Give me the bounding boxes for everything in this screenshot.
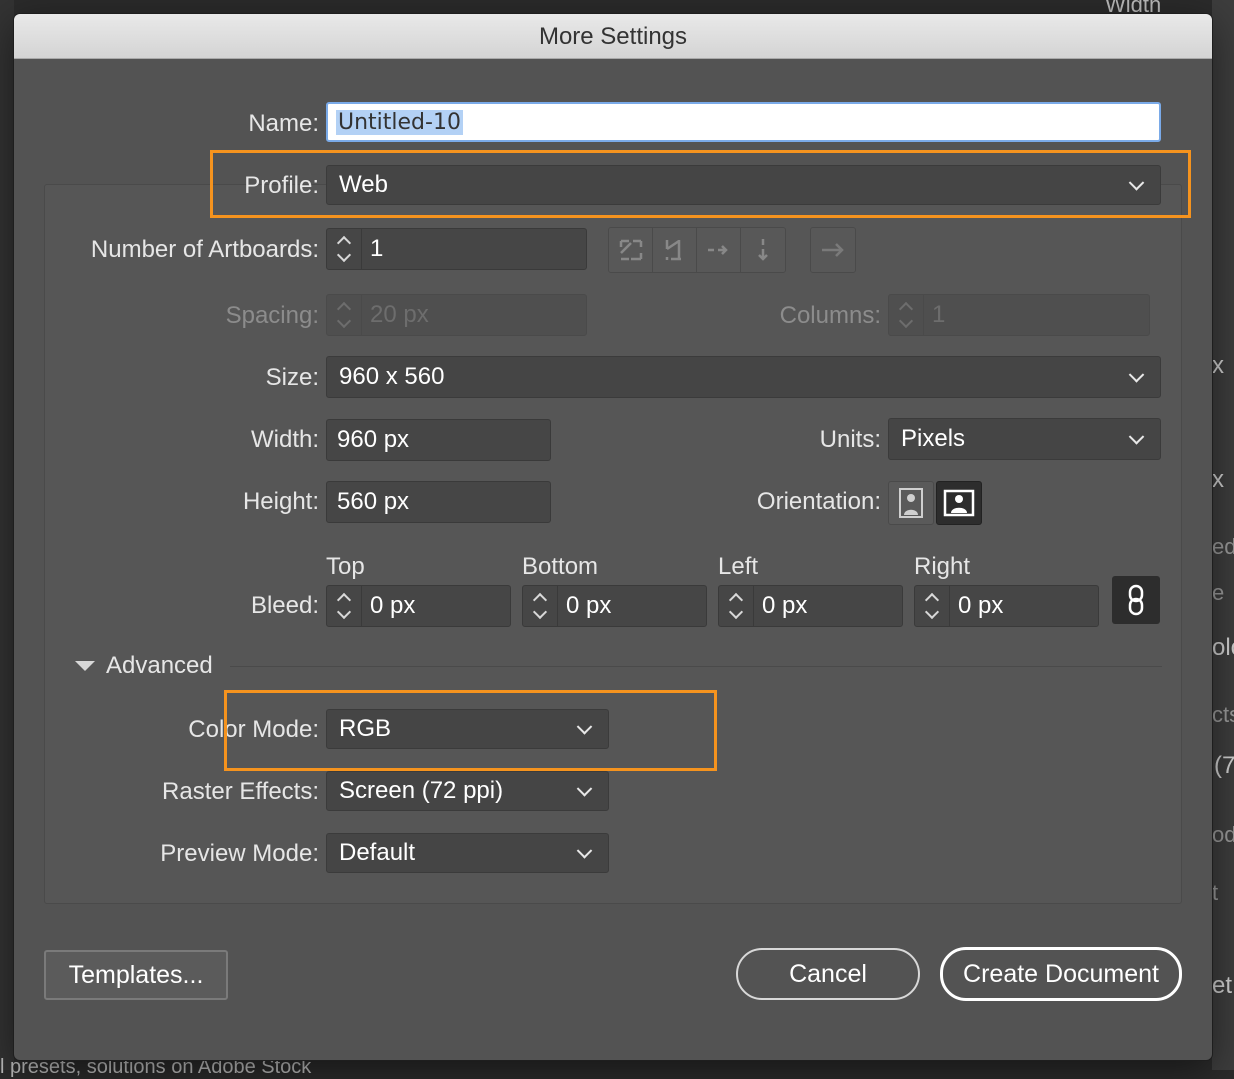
bleed-right-label: Right xyxy=(914,553,971,580)
bleed-bottom-stepper[interactable]: 0 px xyxy=(522,585,707,627)
bleed-top-label: Top xyxy=(326,553,365,580)
bg-fragment: od xyxy=(1212,822,1234,847)
artboards-label: Number of Artboards: xyxy=(90,236,319,263)
spacing-label: Spacing: xyxy=(225,302,319,329)
landscape-icon xyxy=(943,489,975,517)
orientation-label: Orientation: xyxy=(756,488,881,515)
columns-value: 1 xyxy=(932,301,946,328)
link-bleed-button[interactable] xyxy=(1112,576,1160,624)
size-label: Size: xyxy=(265,364,319,391)
chevron-down-icon xyxy=(1128,429,1145,445)
more-settings-dialog: More Settings Name: Untitled-10 Profile:… xyxy=(14,14,1212,1060)
arrow-right-icon[interactable] xyxy=(811,228,855,272)
bleed-top-value: 0 px xyxy=(370,592,416,619)
arrange-by-column-icon[interactable] xyxy=(741,228,785,272)
bg-fragment: e xyxy=(1212,580,1225,605)
raster-effects-value: Screen (72 ppi) xyxy=(339,777,504,804)
bg-fragment: et xyxy=(1212,972,1233,999)
width-value: 960 px xyxy=(337,426,410,453)
stepper-arrows-icon[interactable] xyxy=(915,586,950,626)
layout-direction-group xyxy=(810,227,856,273)
artboard-arrangement-group xyxy=(608,227,786,273)
bleed-right-stepper[interactable]: 0 px xyxy=(914,585,1099,627)
preview-mode-value: Default xyxy=(339,839,416,866)
arrange-by-row-icon[interactable] xyxy=(697,228,741,272)
templates-button[interactable]: Templates... xyxy=(44,950,228,1000)
bleed-bottom-value: 0 px xyxy=(566,592,612,619)
advanced-label: Advanced xyxy=(106,652,213,679)
stepper-arrows-icon[interactable] xyxy=(327,586,362,626)
bleed-left-value: 0 px xyxy=(762,592,808,619)
bg-fragment: x xyxy=(1212,466,1224,493)
artboards-stepper[interactable]: 1 xyxy=(326,228,587,270)
color-mode-highlight xyxy=(224,690,717,771)
bg-fragment: olc xyxy=(1212,634,1234,661)
height-label: Height: xyxy=(242,488,319,515)
bleed-label: Bleed: xyxy=(250,592,319,619)
chevron-down-icon xyxy=(576,781,593,797)
stepper-arrows-icon[interactable] xyxy=(889,295,924,335)
preview-mode-label: Preview Mode: xyxy=(160,840,319,867)
name-value: Untitled-10 xyxy=(336,109,463,135)
bg-fragment: (7 xyxy=(1214,752,1234,779)
bg-fragment: x xyxy=(1212,352,1224,379)
cancel-button[interactable]: Cancel xyxy=(736,948,920,1000)
spacing-value: 20 px xyxy=(370,301,429,328)
create-document-button[interactable]: Create Document xyxy=(940,947,1182,1001)
units-label: Units: xyxy=(819,426,881,453)
profile-highlight xyxy=(210,150,1191,218)
raster-effects-select[interactable]: Screen (72 ppi) xyxy=(326,771,609,811)
spacing-stepper[interactable]: 20 px xyxy=(326,294,587,336)
width-input[interactable]: 960 px xyxy=(326,419,551,461)
chevron-down-icon xyxy=(1128,367,1145,383)
size-value: 960 x 560 xyxy=(339,363,445,390)
height-input[interactable]: 560 px xyxy=(326,481,551,523)
portrait-icon xyxy=(899,488,923,518)
stepper-arrows-icon[interactable] xyxy=(719,586,754,626)
stepper-arrows-icon[interactable] xyxy=(327,295,362,335)
bleed-left-stepper[interactable]: 0 px xyxy=(718,585,903,627)
name-input[interactable]: Untitled-10 xyxy=(326,102,1161,142)
name-label: Name: xyxy=(248,110,319,137)
grid-by-column-icon[interactable] xyxy=(653,228,697,272)
chevron-down-icon xyxy=(576,843,593,859)
stepper-arrows-icon[interactable] xyxy=(523,586,558,626)
advanced-divider xyxy=(230,666,1162,667)
columns-stepper[interactable]: 1 xyxy=(888,294,1150,336)
grid-by-row-icon[interactable] xyxy=(609,228,653,272)
height-value: 560 px xyxy=(337,488,410,515)
portrait-orientation-button[interactable] xyxy=(888,481,934,525)
landscape-orientation-button[interactable] xyxy=(936,481,982,525)
width-label: Width: xyxy=(250,426,319,453)
bg-fragment: cts xyxy=(1212,702,1234,727)
bleed-bottom-label: Bottom xyxy=(522,553,599,580)
units-select[interactable]: Pixels xyxy=(888,418,1161,460)
bleed-right-value: 0 px xyxy=(958,592,1004,619)
units-value: Pixels xyxy=(901,425,966,452)
bg-fragment: t xyxy=(1212,880,1219,905)
columns-label: Columns: xyxy=(779,302,881,329)
bleed-left-label: Left xyxy=(718,553,759,580)
bg-fragment: ed xyxy=(1212,534,1234,559)
dialog-title: More Settings xyxy=(14,14,1212,59)
advanced-toggle[interactable]: Advanced xyxy=(74,652,213,680)
size-select[interactable]: 960 x 560 xyxy=(326,356,1161,398)
artboards-value: 1 xyxy=(370,235,384,262)
raster-effects-label: Raster Effects: xyxy=(162,778,319,805)
preview-mode-select[interactable]: Default xyxy=(326,833,609,873)
stepper-arrows-icon[interactable] xyxy=(327,229,362,269)
triangle-down-icon xyxy=(75,661,95,671)
link-icon xyxy=(1128,584,1144,616)
bleed-top-stepper[interactable]: 0 px xyxy=(326,585,511,627)
